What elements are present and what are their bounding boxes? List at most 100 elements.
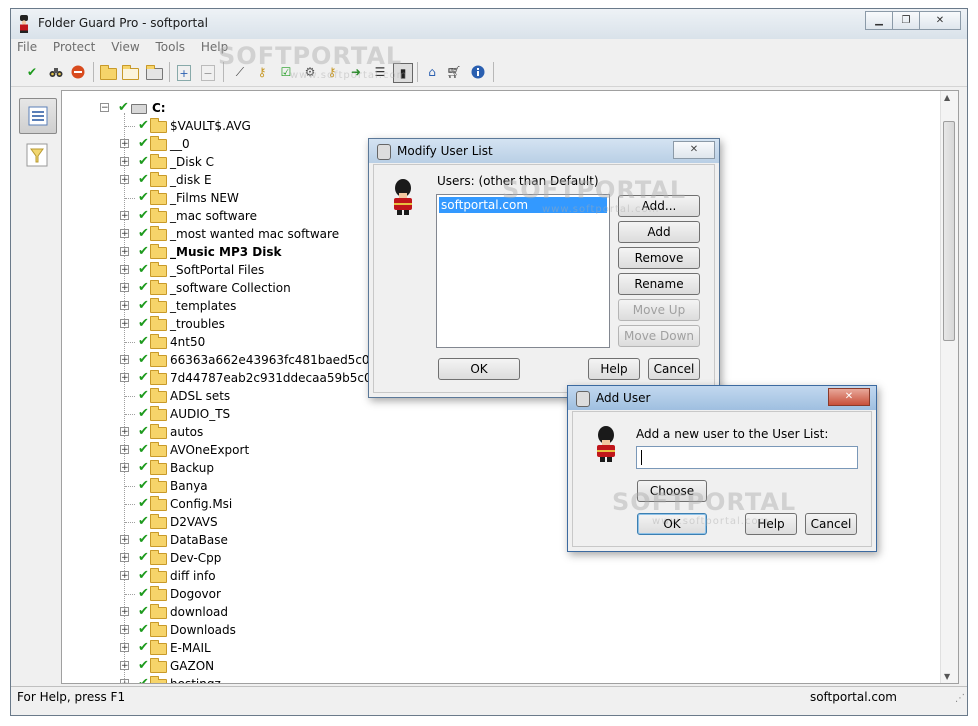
tree-item[interactable]: + ✔ hostingz <box>62 675 922 684</box>
check-icon: ✔ <box>138 442 149 457</box>
expand-icon[interactable]: + <box>120 319 129 329</box>
filter-icon <box>26 143 48 167</box>
add-icon[interactable]: + <box>177 65 191 81</box>
expand-icon[interactable]: + <box>120 643 129 653</box>
expand-icon[interactable]: + <box>120 535 129 545</box>
tree-item[interactable]: + ✔ Downloads <box>62 621 922 639</box>
cancel-button[interactable]: Cancel <box>648 358 700 380</box>
move-up-button[interactable]: Move Up <box>618 299 700 321</box>
tree-item-label: GAZON <box>170 659 215 673</box>
expand-icon[interactable]: + <box>120 373 129 383</box>
modify-dialog-close-button[interactable]: ✕ <box>673 141 715 159</box>
expand-icon[interactable]: + <box>120 211 129 221</box>
expand-icon[interactable]: + <box>120 265 129 275</box>
check-icon: ✔ <box>138 172 149 187</box>
tree-item[interactable]: + ✔ E-MAIL <box>62 639 922 657</box>
expand-icon[interactable]: + <box>120 229 129 239</box>
menu-file[interactable]: File <box>11 39 43 54</box>
minimize-icon: ▁ <box>875 15 883 26</box>
users-listbox[interactable]: softportal.com <box>436 194 610 348</box>
info-icon[interactable] <box>469 63 487 81</box>
new-user-name-input[interactable] <box>636 446 858 469</box>
modify-dialog-title: Modify User List <box>397 144 493 158</box>
tree-item-label: AVOneExport <box>170 443 250 457</box>
check-icon: ✔ <box>138 532 149 547</box>
tree-item-label: D2VAVS <box>170 515 218 529</box>
expand-icon[interactable]: + <box>120 463 129 473</box>
expand-icon[interactable]: + <box>120 355 129 365</box>
maximize-button[interactable]: ❐ <box>892 11 920 30</box>
scroll-up-icon[interactable]: ▲ <box>944 93 950 102</box>
folder-open-icon[interactable] <box>121 63 139 81</box>
help-button[interactable]: Help <box>588 358 640 380</box>
stop-icon[interactable] <box>69 63 87 81</box>
expand-icon[interactable]: + <box>120 427 129 437</box>
tree-connector-line <box>125 342 135 343</box>
tree-item-label: _Films NEW <box>170 191 239 205</box>
expand-icon[interactable]: + <box>120 625 129 635</box>
expand-icon[interactable]: + <box>120 301 129 311</box>
check-icon: ✔ <box>138 496 149 511</box>
remove-user-button[interactable]: Remove <box>618 247 700 269</box>
tree-connector-line <box>125 396 135 397</box>
expand-icon[interactable]: + <box>120 445 129 455</box>
expand-icon[interactable]: + <box>120 607 129 617</box>
menu-tools[interactable]: Tools <box>150 39 192 54</box>
check-icon[interactable]: ✔ <box>23 63 41 81</box>
check-icon: ✔ <box>138 316 149 331</box>
tree-item-label: _disk E <box>170 173 212 187</box>
close-button[interactable]: ✕ <box>919 11 961 30</box>
tree-item-label: hostingz <box>170 677 221 684</box>
tree-item-label: _SoftPortal Files <box>170 263 265 277</box>
expand-icon[interactable]: + <box>120 283 129 293</box>
tree-scrollbar[interactable]: ▲ ▼ <box>940 91 958 683</box>
expand-icon[interactable]: + <box>120 553 129 563</box>
remove-icon[interactable]: − <box>201 65 215 81</box>
tree-item[interactable]: ✔ Dogovor <box>62 585 922 603</box>
home-icon[interactable]: ⌂ <box>423 63 441 81</box>
expand-icon[interactable]: + <box>120 175 129 185</box>
add-existing-button[interactable]: Add Existing... <box>618 221 700 260</box>
folder-icon <box>150 568 167 583</box>
filter-button[interactable] <box>19 138 55 172</box>
minimize-button[interactable]: ▁ <box>865 11 893 30</box>
binoculars-icon[interactable] <box>47 63 65 81</box>
resize-grip-icon[interactable]: ⋰ <box>955 693 965 704</box>
folder-dark-icon[interactable] <box>145 63 163 81</box>
check-icon: ✔ <box>138 118 149 133</box>
expand-icon[interactable]: + <box>120 247 129 257</box>
tree-item-label: Banya <box>170 479 208 493</box>
add-user-dialog-titlebar[interactable]: Add User ✕ <box>568 386 876 410</box>
menu-protect[interactable]: Protect <box>47 39 101 54</box>
tree-root-drive[interactable]: − ✔ C: <box>62 99 922 117</box>
modify-dialog-titlebar[interactable]: Modify User List ✕ <box>369 139 719 163</box>
scrollbar-thumb[interactable] <box>943 121 955 341</box>
expand-icon[interactable]: + <box>120 679 129 683</box>
tree-item-label: _Music MP3 Disk <box>170 245 282 259</box>
ok-button[interactable]: OK <box>438 358 520 380</box>
folders-view-button[interactable] <box>19 98 57 134</box>
view-sidebar <box>15 90 61 684</box>
expand-icon[interactable]: + <box>120 661 129 671</box>
menu-view[interactable]: View <box>105 39 145 54</box>
expand-icon[interactable]: + <box>120 157 129 167</box>
folder-icon[interactable] <box>99 63 117 81</box>
add-user-cancel-button[interactable]: Cancel <box>805 513 857 535</box>
expand-icon[interactable]: + <box>120 139 129 149</box>
check-icon: ✔ <box>138 280 149 295</box>
rename-user-button[interactable]: Rename <box>618 273 700 295</box>
tree-item[interactable]: + ✔ GAZON <box>62 657 922 675</box>
tree-item[interactable]: ✔ $VAULT$.AVG <box>62 117 922 135</box>
tree-item[interactable]: + ✔ diff info <box>62 567 922 585</box>
cart-icon[interactable]: 🛒︎ <box>445 63 463 81</box>
add-user-close-button[interactable]: ✕ <box>828 388 870 406</box>
folder-icon <box>150 604 167 619</box>
tree-item[interactable]: + ✔ download <box>62 603 922 621</box>
collapse-icon[interactable]: − <box>100 103 109 113</box>
scroll-down-icon[interactable]: ▼ <box>944 672 950 681</box>
folders-view-icon <box>28 106 48 126</box>
expand-icon[interactable]: + <box>120 571 129 581</box>
move-down-button[interactable]: Move Down <box>618 325 700 347</box>
tree-item-label: Dev-Cpp <box>170 551 222 565</box>
title-bar[interactable]: Folder Guard Pro - softportal ▁ ❐ ✕ <box>11 9 967 40</box>
